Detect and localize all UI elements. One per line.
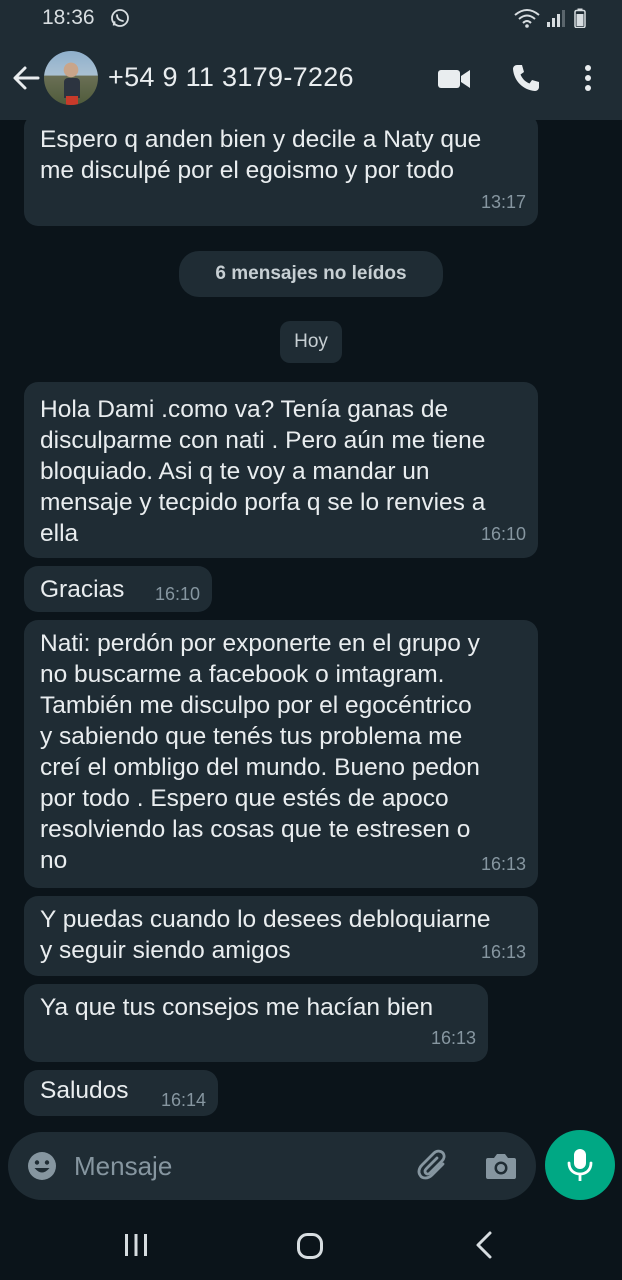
message-list[interactable]: Espero q anden bien y decile a Naty que …: [0, 120, 622, 1130]
signal-icon: [547, 10, 565, 27]
voice-record-button[interactable]: [545, 1130, 615, 1200]
status-time: 18:36: [42, 6, 95, 29]
more-options-icon[interactable]: [580, 62, 596, 94]
emoji-icon[interactable]: [26, 1150, 58, 1182]
message-bubble[interactable]: Espero q anden bien y decile a Naty que …: [24, 120, 538, 226]
message-time: 16:13: [480, 942, 526, 962]
message-input[interactable]: Mensaje: [74, 1151, 172, 1182]
status-bar: 18:36: [0, 0, 622, 38]
chat-header: +54 9 11 3179-7226: [0, 38, 622, 120]
whatsapp-notification-icon: [111, 9, 129, 27]
message-time: 16:10: [154, 584, 200, 604]
video-call-icon[interactable]: [436, 65, 472, 93]
message-text: Hola Dami .como va? Tenía ganas de discu…: [40, 396, 486, 547]
recent-apps-icon[interactable]: [122, 1232, 150, 1258]
message-bubble[interactable]: Ya que tus consejos me hacían bien 16:13: [24, 984, 488, 1062]
unread-messages-label: 6 mensajes no leídos: [179, 251, 443, 297]
message-text: Ya que tus consejos me hacían bien: [40, 994, 434, 1021]
message-text: Y puedas cuando lo desees debloquiarne y…: [40, 906, 491, 964]
message-input-bar[interactable]: Mensaje: [8, 1132, 536, 1200]
contact-name[interactable]: +54 9 11 3179-7226: [108, 62, 354, 93]
attach-icon[interactable]: [416, 1148, 450, 1182]
contact-avatar[interactable]: [44, 51, 98, 105]
message-bubble[interactable]: Saludos 16:14: [24, 1070, 218, 1116]
message-time: 16:13: [430, 1028, 476, 1048]
message-time: 16:14: [160, 1090, 206, 1110]
microphone-icon: [567, 1149, 593, 1181]
system-navigation-bar: [0, 1210, 622, 1280]
message-time: 16:13: [480, 854, 526, 874]
message-text: Espero q anden bien y decile a Naty que …: [40, 126, 482, 184]
battery-icon: [574, 8, 586, 28]
back-arrow-icon[interactable]: [10, 62, 42, 94]
message-bubble[interactable]: Y puedas cuando lo desees debloquiarne y…: [24, 896, 538, 976]
message-time: 13:17: [480, 192, 526, 212]
message-text: Nati: perdón por exponerte en el grupo y…: [40, 630, 480, 874]
camera-icon[interactable]: [484, 1150, 518, 1182]
message-bubble[interactable]: Nati: perdón por exponerte en el grupo y…: [24, 620, 538, 888]
message-time: 16:10: [480, 524, 526, 544]
wifi-icon: [514, 9, 540, 28]
date-separator: Hoy: [280, 321, 342, 363]
nav-back-icon[interactable]: [472, 1230, 496, 1260]
voice-call-icon[interactable]: [510, 62, 542, 94]
message-bubble[interactable]: Gracias 16:10: [24, 566, 212, 612]
home-icon[interactable]: [296, 1232, 324, 1260]
message-bubble[interactable]: Hola Dami .como va? Tenía ganas de discu…: [24, 382, 538, 558]
